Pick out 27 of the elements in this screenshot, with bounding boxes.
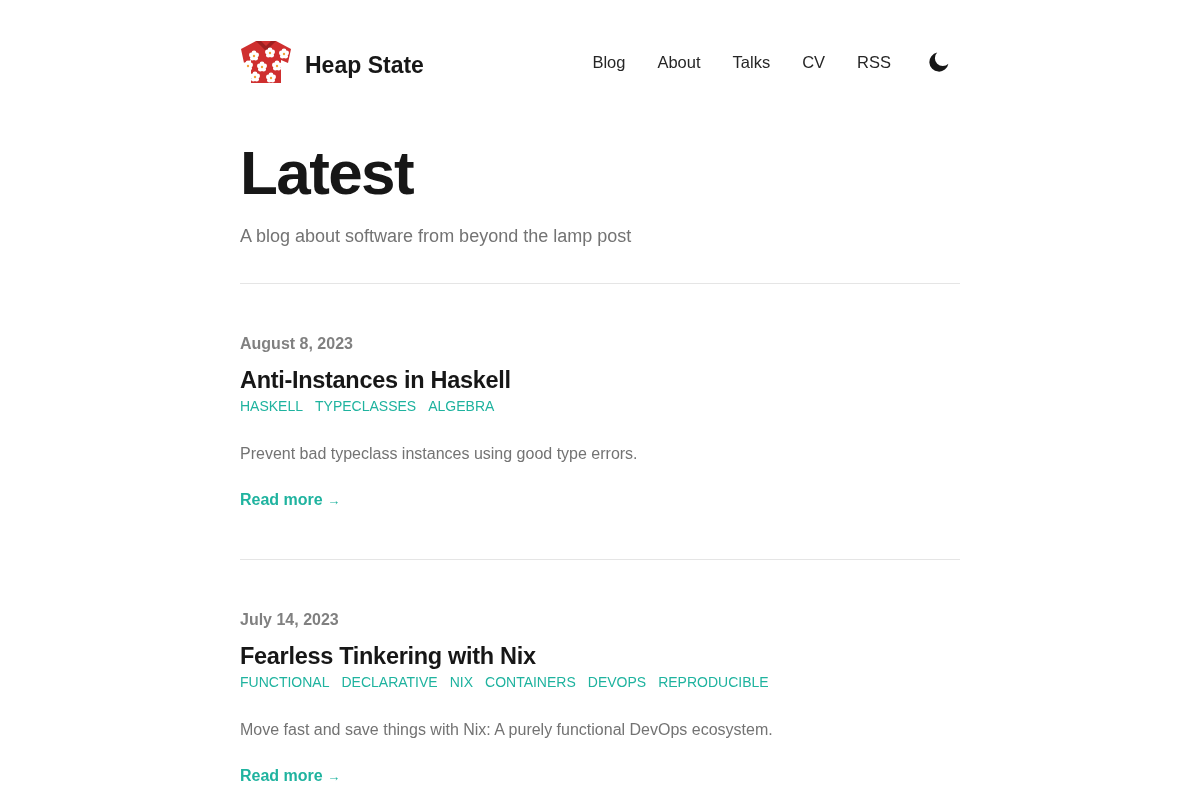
moon-icon[interactable] xyxy=(929,52,949,72)
tag-link[interactable]: TYPECLASSES xyxy=(315,396,417,416)
read-more-link[interactable]: Read more → xyxy=(240,764,341,789)
page-subtitle: A blog about software from beyond the lamp post xyxy=(240,225,633,248)
tag-link[interactable]: DEVOPS xyxy=(587,672,647,692)
nav-link[interactable]: RSS xyxy=(857,52,891,72)
post-date: July 14, 2023 xyxy=(240,610,340,630)
tag-link[interactable]: CONTAINERS xyxy=(485,672,576,692)
nav-link[interactable]: About xyxy=(657,52,701,72)
tag-link[interactable]: ALGEBRA xyxy=(428,396,495,416)
tag-link[interactable]: HASKELL xyxy=(240,396,304,416)
post-title-link[interactable]: Anti-Instances in Haskell xyxy=(240,364,960,396)
read-more-link[interactable]: Read more → xyxy=(240,488,341,513)
tag-link[interactable]: REPRODUCIBLE xyxy=(658,672,769,692)
tag-link[interactable]: FUNCTIONAL xyxy=(240,672,330,692)
nav-link[interactable]: CV xyxy=(802,52,826,72)
site-title-link[interactable]: Heap State xyxy=(305,51,424,79)
post-summary: Prevent bad typeclass instances using good type errors. xyxy=(240,444,639,464)
nav-link[interactable]: Talks xyxy=(732,52,771,72)
tag-link[interactable]: NIX xyxy=(449,672,473,692)
tag-link[interactable]: DECLARATIVE xyxy=(341,672,438,692)
nav-link[interactable]: Blog xyxy=(592,52,626,72)
post-summary: Move fast and save things with Nix: A purely functional DevOps ecosystem. xyxy=(240,720,774,740)
page-heading: Latest xyxy=(240,142,415,204)
post-title-link[interactable]: Fearless Tinkering with Nix xyxy=(240,640,960,672)
shirt-icon xyxy=(240,40,292,84)
post-date: August 8, 2023 xyxy=(240,334,354,354)
